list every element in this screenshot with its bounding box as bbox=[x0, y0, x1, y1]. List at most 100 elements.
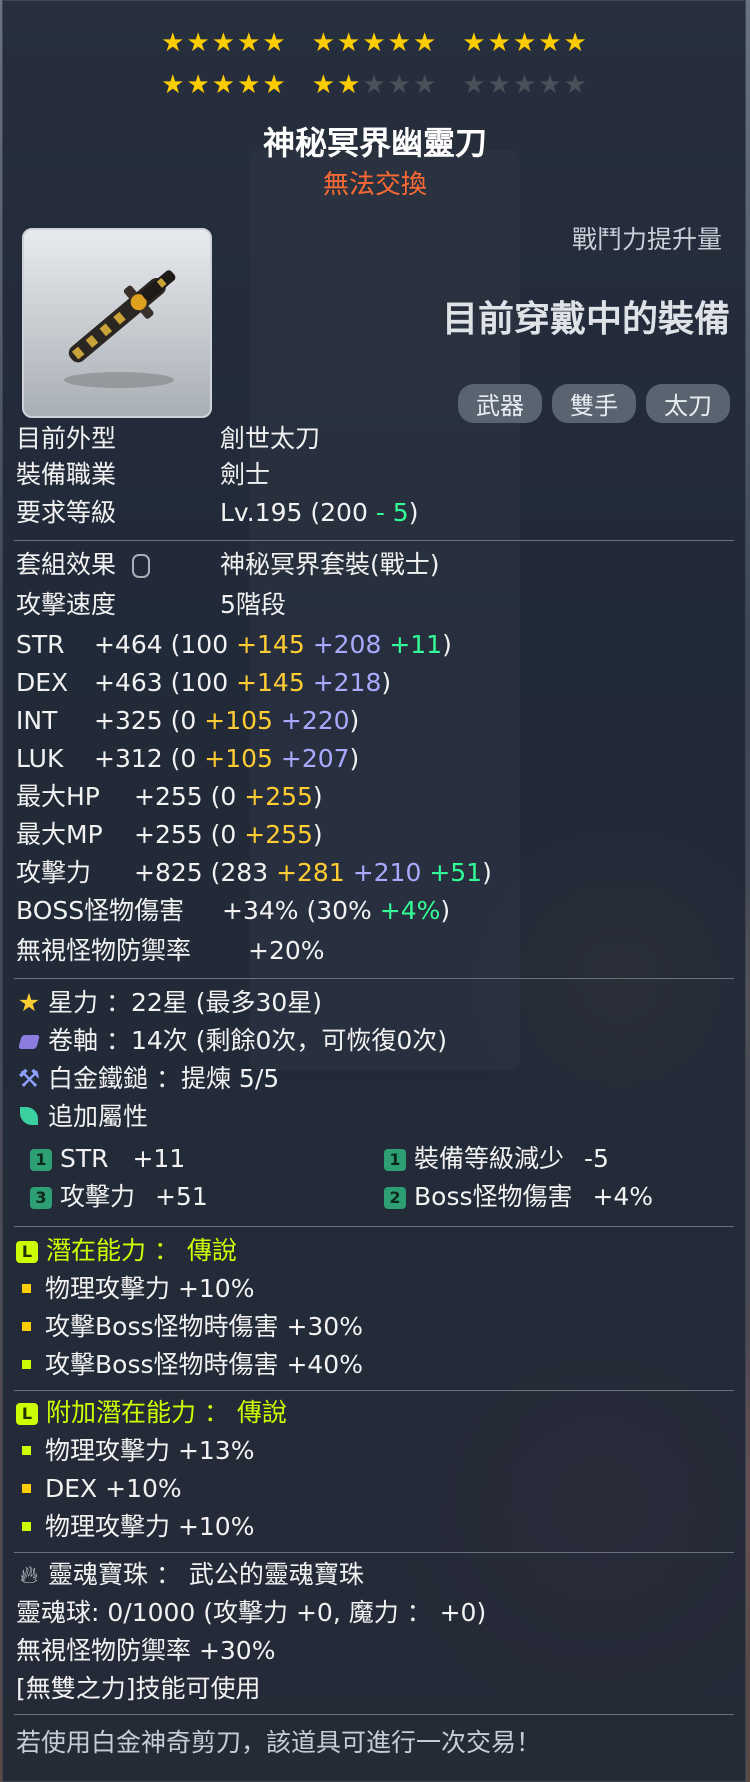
paren-close: ) bbox=[349, 744, 360, 773]
item-icon-frame bbox=[22, 228, 212, 418]
stat-label: BOSS怪物傷害 bbox=[16, 896, 185, 925]
paren-close: ) bbox=[442, 630, 452, 659]
stat-scroll-bonus: +105 bbox=[204, 706, 273, 735]
flame-label: 追加屬性 bbox=[48, 1102, 149, 1131]
stat-label: 無視怪物防禦率 bbox=[16, 936, 192, 965]
item-name: 神秘冥界幽靈刀 bbox=[262, 124, 487, 162]
stat-row-ignore-def: 無視怪物防禦率 +20% bbox=[16, 934, 325, 968]
bonus-potential-line-text: DEX +10% bbox=[45, 1474, 182, 1503]
divider bbox=[14, 978, 734, 979]
set-effect-row[interactable]: 套組效果 神秘冥界套裝(戰士) bbox=[16, 548, 440, 582]
item-tags: 武器 雙手 太刀 bbox=[458, 384, 730, 423]
info-label: 要求等級 bbox=[16, 498, 117, 527]
info-row-level: 要求等級 Lv.195 (200 - 5) bbox=[16, 496, 418, 530]
stat-enhance-bonus: +210 bbox=[352, 858, 422, 887]
footer-note: 若使用白金神奇剪刀，該道具可進行一次交易！ bbox=[16, 1728, 542, 1757]
legendary-badge: L bbox=[16, 1241, 38, 1263]
stat-values: +325 (0 +105 +220) bbox=[94, 704, 359, 738]
stat-row-maxmp: 最大MP +255 (0 +255) bbox=[16, 818, 323, 852]
flame-stat-value: +4% bbox=[592, 1182, 654, 1211]
bonus-potential-label: 附加潛在能力 ： 傳說 bbox=[46, 1398, 287, 1427]
stat-total: +20% bbox=[248, 936, 325, 965]
stat-values: +255 (0 +255) bbox=[134, 780, 323, 814]
potential-header: L 潛在能力 ： 傳說 bbox=[16, 1234, 237, 1268]
stat-label: INT bbox=[16, 706, 58, 735]
info-row-job: 裝備職業 劍士 bbox=[16, 458, 270, 492]
starforce-row: ★ 星力 ：22星 (最多30星) bbox=[16, 986, 322, 1020]
scroll-value: ：14次 (剩餘0次，可恢復0次) bbox=[105, 1026, 448, 1055]
stat-scroll-bonus: +281 bbox=[276, 858, 345, 887]
scroll-icon bbox=[16, 1024, 42, 1058]
flame-stat-label: 攻擊力 bbox=[60, 1182, 136, 1211]
bonus-potential-line-text: 物理攻擊力 +10% bbox=[45, 1512, 255, 1541]
stat-base: (0 bbox=[170, 744, 197, 773]
stat-total: +255 bbox=[134, 782, 203, 811]
paren-close: ) bbox=[408, 498, 419, 527]
level-reduction: - 5 bbox=[375, 498, 409, 527]
potential-line: 物理攻擊力 +10% bbox=[16, 1272, 254, 1306]
divider bbox=[14, 1552, 734, 1553]
flame-icon: 🔥︎ bbox=[19, 1560, 39, 1589]
paren-close: ) bbox=[349, 706, 360, 735]
info-label: 目前外型 bbox=[16, 424, 117, 453]
stat-row-boss: BOSS怪物傷害 +34% (30% +4%) bbox=[16, 894, 450, 928]
flame-stat-label: STR bbox=[60, 1144, 109, 1173]
stat-label: 最大MP bbox=[16, 820, 103, 849]
stat-total: +825 bbox=[134, 858, 203, 887]
soul-skill: [無雙之力]技能可使用 bbox=[16, 1674, 261, 1703]
soul-row: 🔥︎ 靈魂寶珠 ： 武公的靈魂寶珠 bbox=[16, 1558, 364, 1592]
bullet-icon bbox=[22, 1283, 31, 1293]
stat-row-str: STR +464 (100 +145 +208 +11) bbox=[16, 628, 452, 662]
potential-label: 潛在能力 ： 傳說 bbox=[46, 1236, 237, 1265]
stat-label: DEX bbox=[16, 668, 69, 697]
stat-enhance-bonus: +220 bbox=[280, 706, 350, 735]
stat-row-attack: 攻擊力 +825 (283 +281 +210 +51) bbox=[16, 856, 492, 890]
flame-stat-value: +51 bbox=[154, 1182, 208, 1211]
stat-scroll-bonus: +105 bbox=[204, 744, 273, 773]
divider bbox=[14, 1390, 734, 1391]
divider bbox=[14, 540, 734, 541]
stat-values: +463 (100 +145 +218) bbox=[94, 666, 391, 700]
stat-row-dex: DEX +463 (100 +145 +218) bbox=[16, 666, 391, 700]
stat-label: STR bbox=[16, 630, 65, 659]
tier-badge: 3 bbox=[30, 1187, 52, 1209]
soul-ignore: 無視怪物防禦率 +30% bbox=[16, 1636, 276, 1665]
flame-header-row: 追加屬性 bbox=[16, 1100, 148, 1134]
flame-line: 1 裝備等級減少 -5 bbox=[384, 1142, 609, 1176]
soul-charge: 靈魂球: 0/1000 (攻擊力 +0, 魔力 ： +0) bbox=[16, 1598, 487, 1627]
flame-stat-value: +11 bbox=[132, 1144, 186, 1173]
tier-badge: 2 bbox=[384, 1187, 406, 1209]
stat-scroll-bonus: +255 bbox=[244, 782, 313, 811]
stat-label: 最大HP bbox=[16, 782, 100, 811]
hammer-value: ：提煉 5/5 bbox=[155, 1064, 280, 1093]
bonus-potential-line: 物理攻擊力 +13% bbox=[16, 1434, 254, 1468]
soul-ignore-row: 無視怪物防禦率 +30% bbox=[16, 1634, 275, 1668]
soul-label: 靈魂寶珠 ： 武公的靈魂寶珠 bbox=[48, 1560, 364, 1589]
leaf-icon bbox=[16, 1100, 42, 1134]
trade-status: 無法交換 bbox=[322, 170, 427, 200]
potential-line-text: 物理攻擊力 +10% bbox=[45, 1274, 255, 1303]
attack-speed-value: 5階段 bbox=[220, 590, 286, 619]
hammer-icon: ⚒ bbox=[17, 1064, 41, 1093]
potential-line-text: 攻擊Boss怪物時傷害 +40% bbox=[45, 1350, 363, 1379]
star-group: ★★★★★ bbox=[311, 70, 439, 100]
potential-line: 攻擊Boss怪物時傷害 +30% bbox=[16, 1310, 363, 1344]
lock-icon bbox=[131, 554, 150, 578]
stat-total: +463 bbox=[94, 668, 163, 697]
tag-two-handed: 雙手 bbox=[552, 384, 636, 423]
attack-speed-label: 攻擊速度 bbox=[16, 590, 117, 619]
stat-base: (0 bbox=[170, 706, 197, 735]
star-icon: ★ bbox=[17, 988, 41, 1017]
tier-badge: 1 bbox=[30, 1149, 52, 1171]
bullet-icon bbox=[22, 1321, 31, 1331]
stat-base: (0 bbox=[210, 782, 237, 811]
star-force-row-1: ★★★★★ ★★★★★ ★★★★★ bbox=[0, 28, 750, 58]
paren-close: ) bbox=[440, 896, 451, 925]
tag-katana: 太刀 bbox=[646, 384, 730, 423]
info-label: 裝備職業 bbox=[16, 460, 117, 489]
divider bbox=[14, 1714, 734, 1715]
bullet-icon bbox=[22, 1521, 31, 1531]
scroll-row: 卷軸 ：14次 (剩餘0次，可恢復0次) bbox=[16, 1024, 447, 1058]
potential-line-text: 攻擊Boss怪物時傷害 +30% bbox=[45, 1312, 363, 1341]
stat-total: +255 bbox=[134, 820, 203, 849]
